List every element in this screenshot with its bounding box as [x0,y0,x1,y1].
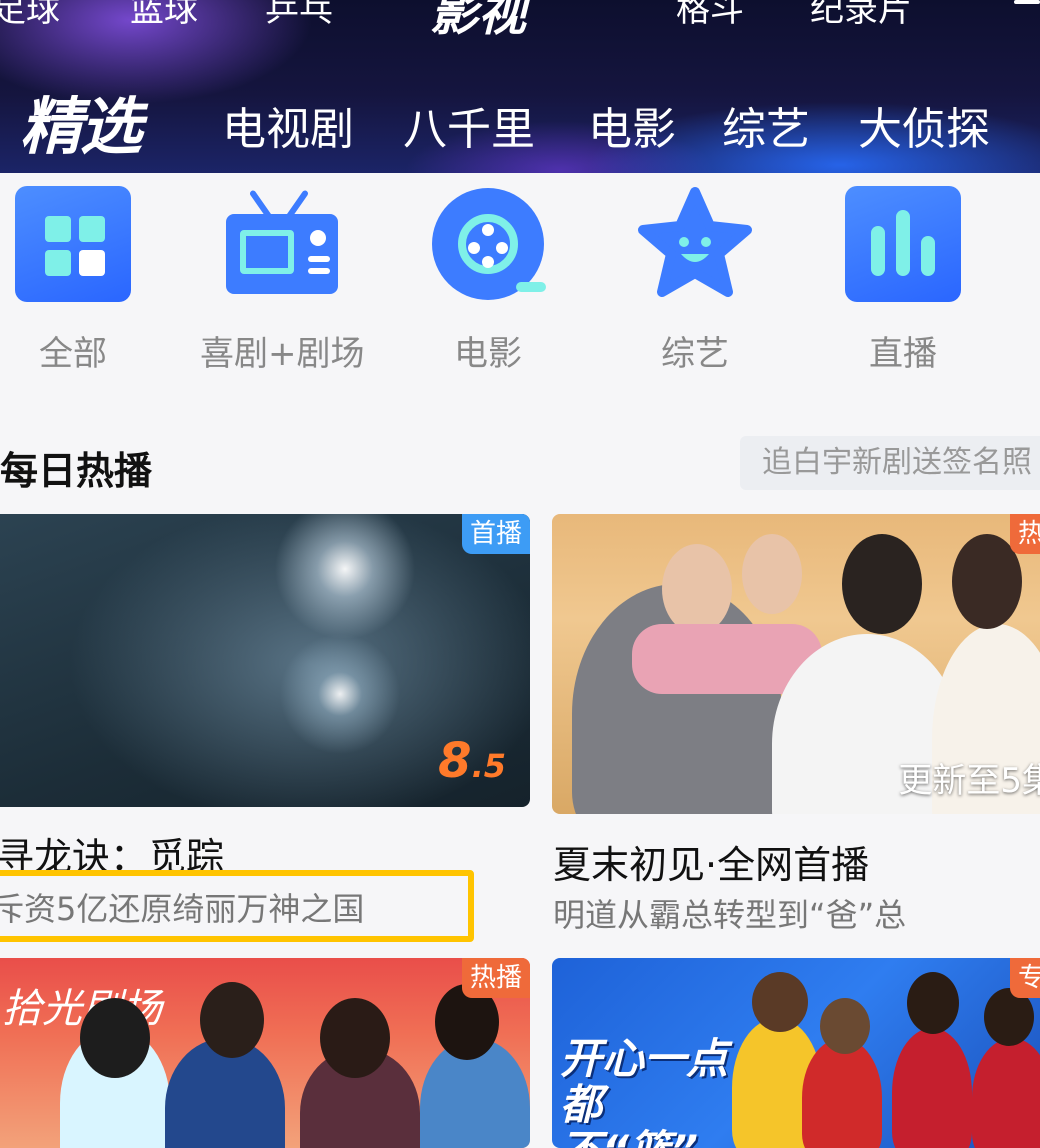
tab-tv-series[interactable]: 电视剧 [222,93,354,157]
film-reel-icon [430,186,546,302]
shortcut-label: 电影 [454,334,522,374]
hot-badge: 热播 [461,958,530,998]
shortcut-movies[interactable]: 电影 [408,186,568,374]
card-poster-kaixin-yidian[interactable]: 开心一点都不“篮” 专 [552,958,1040,1148]
tab-variety[interactable]: 综艺 [722,93,810,157]
top-tab-pingpong[interactable]: 乒乓 [265,0,333,31]
top-tab-football[interactable]: 足球 [0,0,60,31]
top-tab-documentary[interactable]: 纪录片 [810,0,912,31]
update-status: 更新至5集 [898,761,1040,801]
grid-icon [15,186,131,302]
tv-icon [222,186,338,302]
tab-baqianli[interactable]: 八千里 [403,93,535,157]
highlight-box [0,870,474,942]
card-poster-xiamochujian[interactable]: 热 更新至5集 [552,514,1040,814]
shortcut-label: 全部 [39,334,107,374]
shortcut-comedy-theater[interactable]: 喜剧+剧场 [200,186,365,374]
menu-icon[interactable] [1014,0,1040,10]
shortcut-live[interactable]: 直播 [823,186,983,374]
star-face-icon [637,186,753,302]
top-banner: 足球 篮球 乒乓 影视 格斗 纪录片 精选 电视剧 八千里 电影 综艺 大侦探 [0,0,1040,173]
card-subtitle: 明道从霸总转型到“爸”总 [553,896,907,934]
rating-score: 8.5 [438,733,506,789]
section-title: 每日热播 [0,449,153,493]
top-tab-basketball[interactable]: 篮球 [130,0,198,31]
search-suggestion[interactable]: 追白宇新剧送签名照 [740,436,1040,490]
exclusive-badge: 专 [1009,958,1040,998]
poster-title: 开心一点都不“篮” [560,1034,729,1148]
bar-chart-icon [845,186,961,302]
hot-badge: 热 [1009,514,1040,554]
shortcut-label: 直播 [869,334,937,374]
premiere-badge: 首播 [461,514,530,554]
card-poster-xunlongjue[interactable]: 首播 8.5 [0,514,530,807]
card-poster-shiguang-theater[interactable]: 拾光剧场 热播 [0,958,530,1148]
shortcut-all[interactable]: 全部 [0,186,153,374]
tab-movies[interactable]: 电影 [588,93,676,157]
brand-logo[interactable]: 影视 [430,0,526,44]
top-tab-fighting[interactable]: 格斗 [676,0,744,31]
card-title[interactable]: 夏末初见·全网首播 [553,834,869,889]
tab-detective[interactable]: 大侦探 [858,93,990,157]
shortcut-label: 综艺 [661,334,729,374]
tab-featured[interactable]: 精选 [20,76,142,166]
shortcut-label: 喜剧+剧场 [200,334,365,374]
shortcut-variety[interactable]: 综艺 [615,186,775,374]
